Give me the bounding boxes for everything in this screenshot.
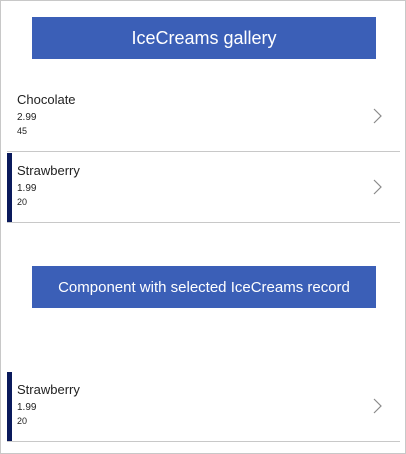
item-price: 2.99	[17, 112, 37, 123]
item-name: Strawberry	[17, 163, 80, 178]
chevron-right-icon[interactable]	[372, 179, 382, 195]
item-quantity: 45	[17, 126, 28, 136]
gallery-item-strawberry[interactable]: Strawberry 1.99 20	[7, 152, 400, 222]
component-item-strawberry[interactable]: Strawberry 1.99 20	[7, 371, 400, 441]
item-name: Chocolate	[17, 92, 76, 107]
item-quantity: 20	[17, 197, 28, 207]
item-name: Strawberry	[17, 382, 80, 397]
item-quantity: 20	[17, 416, 28, 426]
component-title-button[interactable]: Component with selected IceCreams record	[32, 266, 376, 308]
item-price: 1.99	[17, 183, 37, 194]
chevron-right-icon[interactable]	[372, 398, 382, 414]
chevron-right-icon[interactable]	[372, 108, 382, 124]
gallery-title-label: IceCreams gallery	[131, 27, 277, 48]
divider	[7, 222, 400, 223]
app-screen: IceCreams gallery Chocolate 2.99 45 Stra…	[0, 0, 406, 454]
gallery-title-button[interactable]: IceCreams gallery	[32, 17, 376, 59]
divider	[7, 441, 400, 442]
item-price: 1.99	[17, 402, 37, 413]
gallery-item-chocolate[interactable]: Chocolate 2.99 45	[7, 81, 400, 151]
component-title-label: Component with selected IceCreams record	[58, 278, 350, 296]
